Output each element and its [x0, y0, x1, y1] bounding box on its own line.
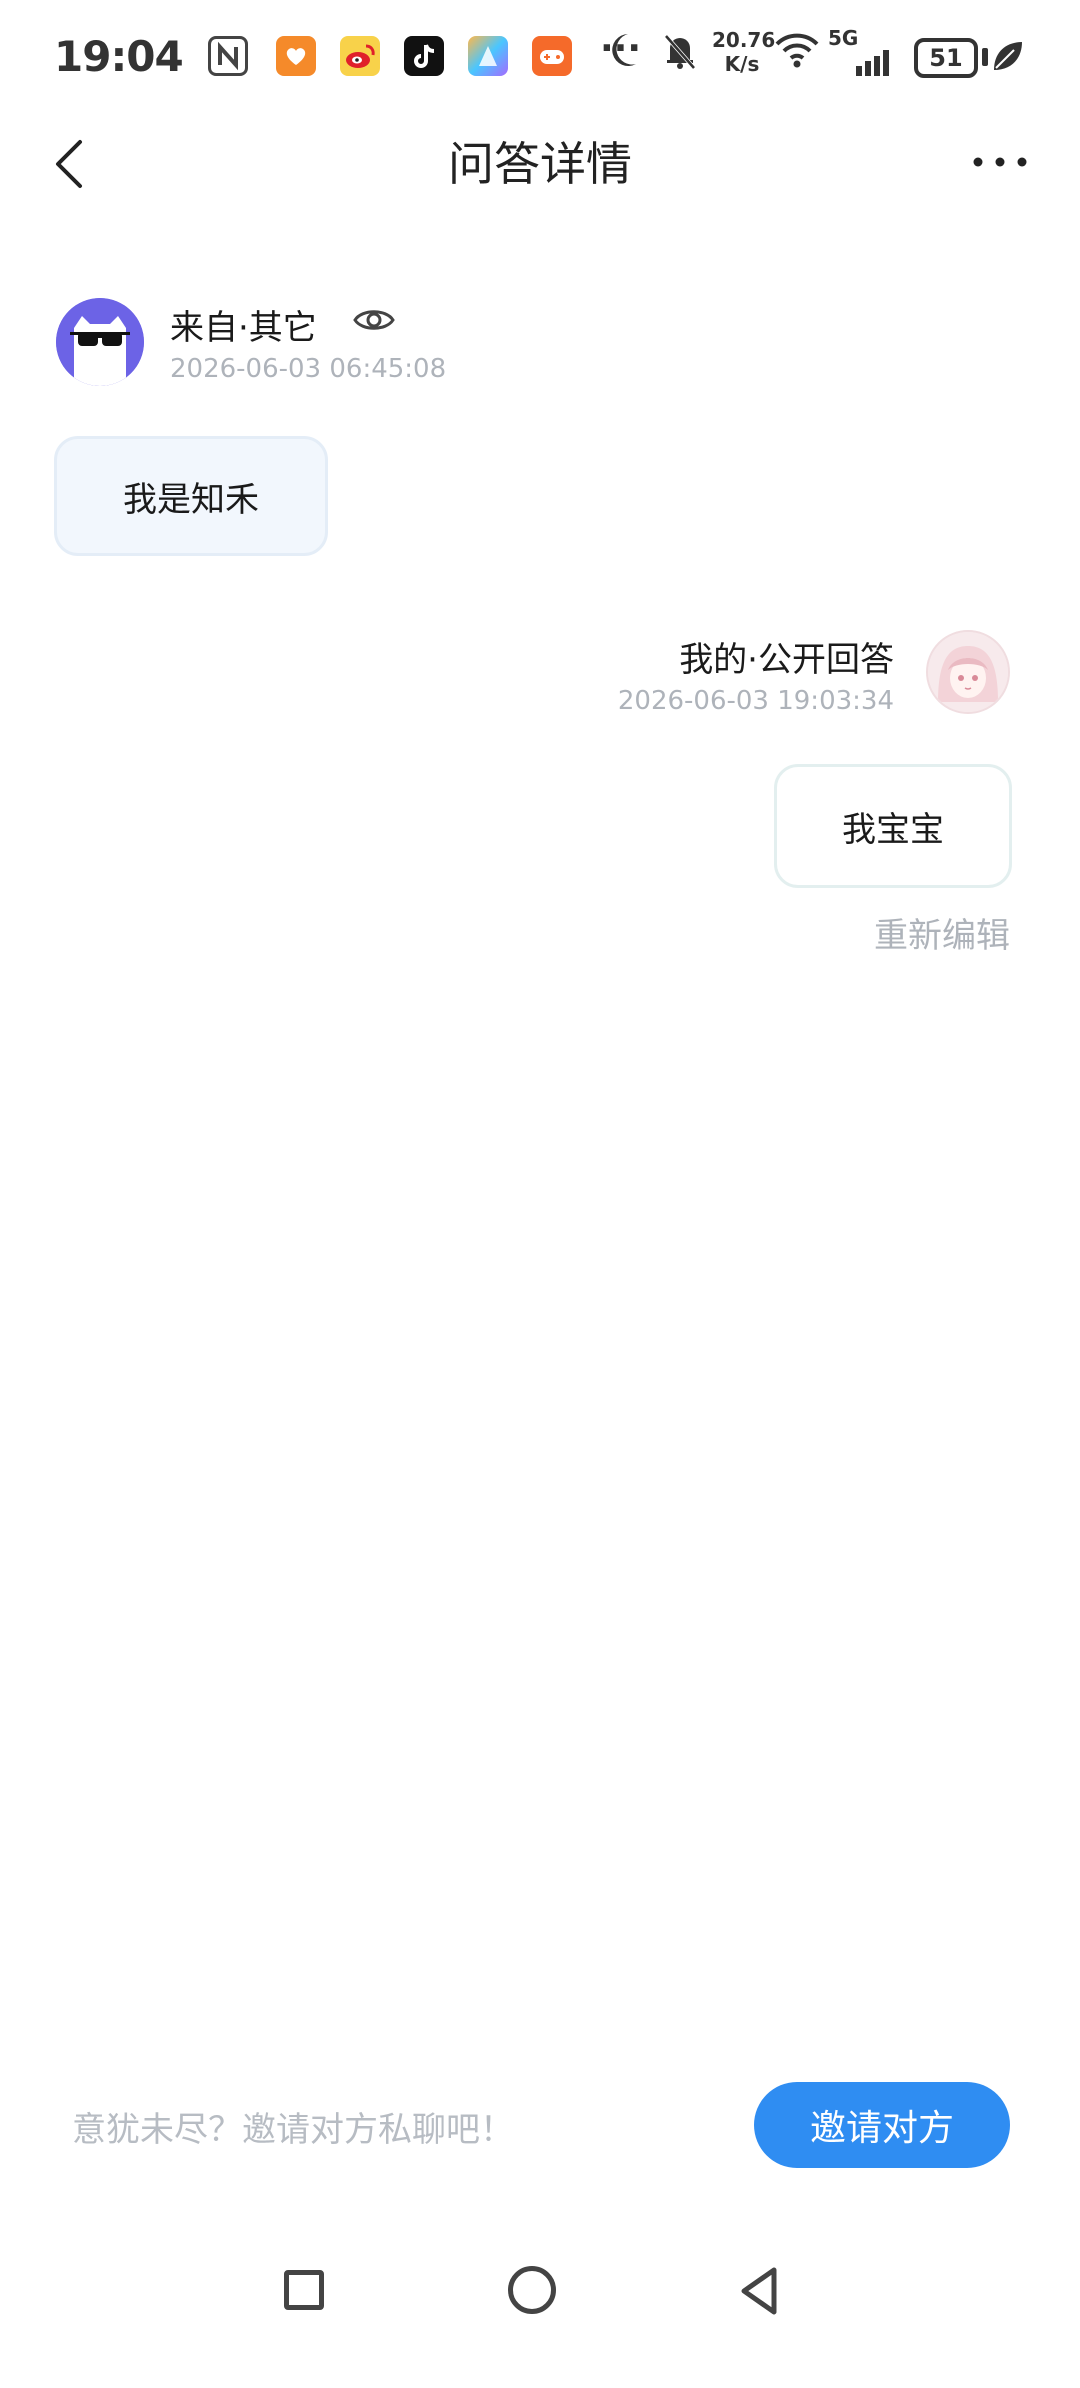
invite-hint: 意犹未尽？邀请对方私聊吧！ — [72, 2110, 514, 2150]
paint-app-icon — [468, 36, 508, 76]
network-speed-value: 20.76 — [712, 28, 776, 52]
battery-icon: 51 — [914, 38, 978, 78]
status-bar: 19:04 ··· 20.76 K/s 5G 51 — [0, 0, 1080, 120]
invite-button[interactable]: 邀请对方 — [754, 2082, 1010, 2168]
eye-icon[interactable] — [352, 304, 396, 336]
question-time: 2026-06-03 06:45:08 — [170, 354, 447, 384]
answer-bubble: 我宝宝 — [774, 764, 1012, 888]
nfc-icon — [208, 36, 248, 76]
tiktok-icon — [404, 36, 444, 76]
system-back-button[interactable] — [734, 2264, 784, 2318]
question-source: 来自·其它 — [170, 308, 317, 348]
answer-time: 2026-06-03 19:03:34 — [617, 686, 894, 716]
more-button[interactable] — [968, 140, 1032, 184]
answer-source: 我的·公开回答 — [679, 640, 894, 680]
home-button[interactable] — [508, 2266, 556, 2314]
battery-tip — [982, 48, 988, 66]
network-speed: 20.76 K/s — [712, 28, 776, 76]
signal-type: 5G — [828, 26, 859, 50]
wifi-icon — [774, 28, 820, 76]
triangle-back-icon — [741, 2267, 777, 2315]
signal-icon: 5G — [828, 28, 894, 76]
recent-apps-button[interactable] — [284, 2270, 324, 2310]
reedit-link[interactable]: 重新编辑 — [874, 908, 1010, 957]
leaf-icon — [990, 36, 1026, 80]
anime-girl-avatar-icon — [928, 632, 1008, 712]
game-app-icon — [532, 36, 572, 76]
mute-bell-icon — [660, 28, 700, 76]
question-text: 我是知禾 — [123, 479, 259, 520]
question-bubble: 我是知禾 — [54, 436, 328, 556]
network-speed-unit: K/s — [724, 52, 760, 76]
answer-text: 我宝宝 — [842, 809, 944, 850]
asker-avatar[interactable] — [56, 298, 144, 386]
page-title: 问答详情 — [448, 137, 632, 191]
more-icon — [973, 157, 1027, 167]
my-avatar[interactable] — [926, 630, 1010, 714]
app-orange-icon — [276, 36, 316, 76]
moon-icon — [608, 28, 648, 76]
cool-cat-avatar-icon — [56, 298, 144, 386]
weibo-icon — [340, 36, 380, 76]
status-time: 19:04 — [54, 32, 184, 81]
